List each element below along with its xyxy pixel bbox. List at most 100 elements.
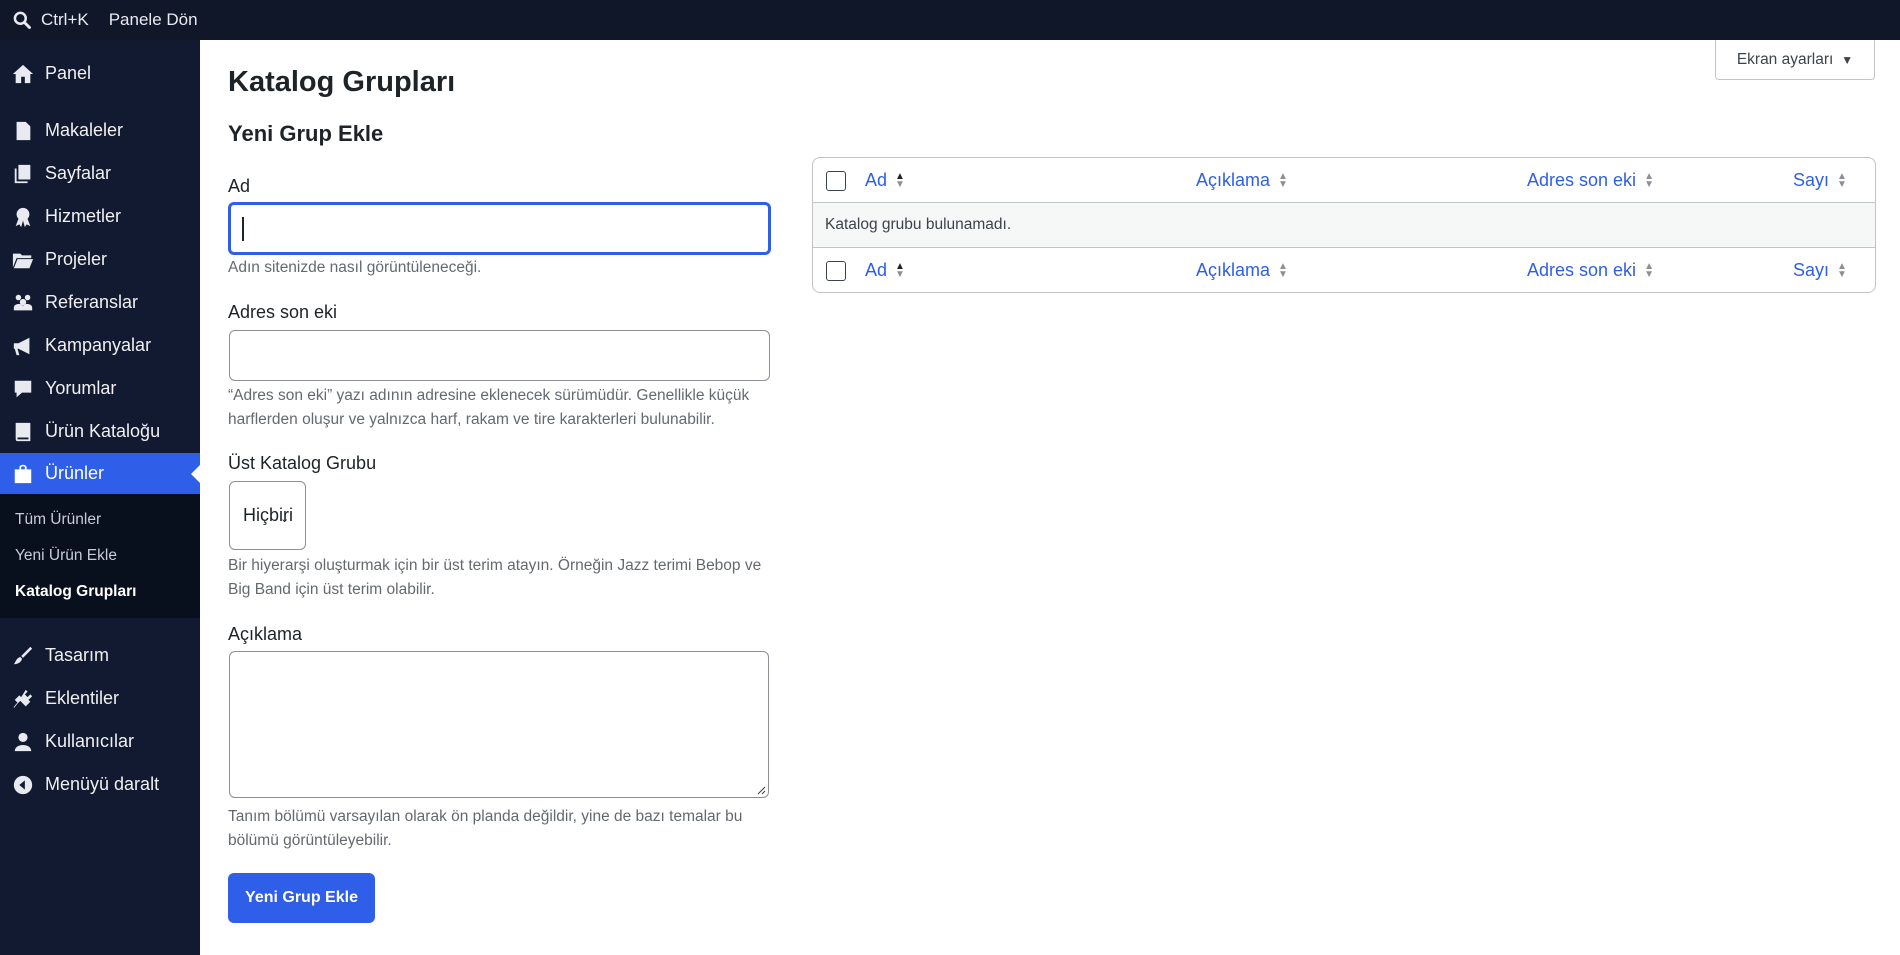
products-submenu: Tüm Ürünler Yeni Ürün Ekle Katalog Grupl… xyxy=(0,494,200,618)
select-all-checkbox[interactable] xyxy=(826,171,846,191)
slug-label: Adres son eki xyxy=(228,302,338,322)
bag-icon xyxy=(12,463,34,485)
sidebar-item-tasarim[interactable]: Tasarım xyxy=(0,634,200,677)
sidebar-item-urunler[interactable]: Ürünler xyxy=(0,453,200,494)
table-footer-row: Ad ▲ ▼ Açıklama ▲ ▼ Adres son eki ▲ ▼ Sayı … xyxy=(813,248,1875,292)
parent-select[interactable]: Hiçbiri ⌄ xyxy=(229,481,306,550)
name-help-text: Adın sitenizde nasıl görüntüleneceği. xyxy=(228,259,482,276)
sidebar-item-label: Ürün Kataloğu xyxy=(45,421,161,441)
sidebar-item-label: Yorumlar xyxy=(45,378,117,398)
book-icon xyxy=(12,421,34,443)
slug-help-text: “Adres son eki” yazı adının adresine ekl… xyxy=(228,387,750,428)
home-icon xyxy=(12,63,34,85)
text-cursor xyxy=(242,217,244,241)
command-palette-shortcut[interactable]: Ctrl+K xyxy=(41,10,89,30)
sidebar-item-kampanyalar[interactable]: Kampanyalar xyxy=(0,324,200,367)
plugin-icon xyxy=(12,688,34,710)
column-footer-count[interactable]: Sayı ▲ ▼ xyxy=(1793,248,1847,292)
column-footer-name[interactable]: Ad ▲ ▼ xyxy=(865,248,905,292)
sidebar-item-kullanicilar[interactable]: Kullanıcılar xyxy=(0,720,200,763)
parent-label: Üst Katalog Grubu xyxy=(228,453,377,473)
description-label: Açıklama xyxy=(228,624,303,644)
chevron-down-icon: ⌄ xyxy=(280,513,290,525)
sidebar-item-label: Referanslar xyxy=(45,292,139,312)
submenu-item-tum-urunler[interactable]: Tüm Ürünler xyxy=(0,502,200,538)
caret-down-icon: ▼ xyxy=(1841,52,1854,67)
sidebar-item-makaleler[interactable]: Makaleler xyxy=(0,109,200,152)
sidebar-item-label: Sayfalar xyxy=(45,163,112,183)
user-icon xyxy=(12,731,34,753)
name-input[interactable] xyxy=(228,202,771,255)
brush-icon xyxy=(12,645,34,667)
column-header-description[interactable]: Açıklama ▲ ▼ xyxy=(1196,158,1288,203)
description-textarea[interactable] xyxy=(229,651,769,798)
sidebar-item-label: Kullanıcılar xyxy=(45,731,135,751)
table-header-row: Ad ▲ ▼ Açıklama ▲ ▼ Adres son eki ▲ ▼ Sayı … xyxy=(813,158,1875,203)
collapse-icon xyxy=(12,774,34,796)
sidebar-item-label: Kampanyalar xyxy=(45,335,152,355)
column-footer-slug[interactable]: Adres son eki ▲ ▼ xyxy=(1527,248,1654,292)
pages-icon xyxy=(12,163,34,185)
sidebar-item-label: Projeler xyxy=(45,249,108,269)
back-to-dashboard-link[interactable]: Panele Dön xyxy=(109,10,198,30)
comment-icon xyxy=(12,378,34,400)
column-label: Adres son eki xyxy=(1527,170,1637,190)
screen-options-button[interactable]: Ekran ayarları ▼ xyxy=(1715,40,1875,80)
empty-table-message: Katalog grubu bulunamadı. xyxy=(813,203,1875,248)
catalog-groups-table: Ad ▲ ▼ Açıklama ▲ ▼ Adres son eki ▲ ▼ Sayı … xyxy=(812,157,1876,293)
sidebar-item-panel[interactable]: Panel xyxy=(0,52,200,95)
description-help-text: Tanım bölümü varsayılan olarak ön planda… xyxy=(228,808,743,849)
sidebar-item-label: Menüyü daralt xyxy=(45,774,160,794)
sidebar-item-menuyu-daralt[interactable]: Menüyü daralt xyxy=(0,763,200,806)
add-new-group-button[interactable]: Yeni Grup Ekle xyxy=(228,873,375,923)
column-label: Ad xyxy=(865,170,888,190)
sort-icon: ▲ ▼ xyxy=(1644,260,1654,280)
sidebar-item-label: Makaleler xyxy=(45,120,124,140)
top-admin-bar: Ctrl+K Panele Dön xyxy=(0,0,1900,40)
sidebar-item-hizmetler[interactable]: Hizmetler xyxy=(0,195,200,238)
main-content: Ekran ayarları ▼ Katalog Grupları Yeni G… xyxy=(200,40,1900,955)
users-icon xyxy=(12,292,34,314)
column-label: Adres son eki xyxy=(1527,260,1637,280)
form-title: Yeni Grup Ekle xyxy=(228,121,384,146)
document-icon xyxy=(12,120,34,142)
submenu-item-yeni-urun-ekle[interactable]: Yeni Ürün Ekle xyxy=(0,538,200,574)
award-icon xyxy=(12,206,34,228)
sidebar-item-label: Eklentiler xyxy=(45,688,120,708)
name-label: Ad xyxy=(228,176,251,196)
sort-icon: ▲ ▼ xyxy=(1278,260,1288,280)
submenu-item-katalog-gruplari[interactable]: Katalog Grupları xyxy=(0,574,200,610)
column-footer-description[interactable]: Açıklama ▲ ▼ xyxy=(1196,248,1288,292)
screen-options-label: Ekran ayarları xyxy=(1736,50,1834,68)
resize-grip-icon[interactable] xyxy=(756,785,766,795)
sidebar-item-referanslar[interactable]: Referanslar xyxy=(0,281,200,324)
sidebar-item-label: Tasarım xyxy=(45,645,110,665)
sidebar-item-yorumlar[interactable]: Yorumlar xyxy=(0,367,200,410)
sidebar-item-urun-katalogu[interactable]: Ürün Kataloğu xyxy=(0,410,200,453)
sort-icon: ▲ ▼ xyxy=(895,260,905,280)
sidebar-item-eklentiler[interactable]: Eklentiler xyxy=(0,677,200,720)
sidebar-item-sayfalar[interactable]: Sayfalar xyxy=(0,152,200,195)
sidebar-item-label: Panel xyxy=(45,63,92,83)
column-label: Sayı xyxy=(1793,260,1830,280)
column-header-name[interactable]: Ad ▲ ▼ xyxy=(865,158,905,203)
column-header-count[interactable]: Sayı ▲ ▼ xyxy=(1793,158,1847,203)
column-header-slug[interactable]: Adres son eki ▲ ▼ xyxy=(1527,158,1654,203)
search-icon[interactable] xyxy=(12,10,32,30)
sidebar-item-label: Ürünler xyxy=(45,463,105,483)
sort-icon: ▲ ▼ xyxy=(1644,170,1654,190)
sidebar-item-label: Hizmetler xyxy=(45,206,122,226)
slug-input[interactable] xyxy=(229,330,770,381)
column-label: Açıklama xyxy=(1196,170,1271,190)
sort-icon: ▲ ▼ xyxy=(1837,260,1847,280)
parent-help-text: Bir hiyerarşi oluşturmak için bir üst te… xyxy=(228,557,762,598)
sidebar-item-projeler[interactable]: Projeler xyxy=(0,238,200,281)
column-label: Sayı xyxy=(1793,170,1830,190)
select-all-checkbox-footer[interactable] xyxy=(826,261,846,281)
sort-icon: ▲ ▼ xyxy=(1837,170,1847,190)
admin-sidebar: Panel Makaleler Sayfalar Hizmetler Proje… xyxy=(0,40,200,955)
megaphone-icon xyxy=(12,335,34,357)
sort-icon: ▲ ▼ xyxy=(895,170,905,190)
sort-icon: ▲ ▼ xyxy=(1278,170,1288,190)
column-label: Ad xyxy=(865,260,888,280)
